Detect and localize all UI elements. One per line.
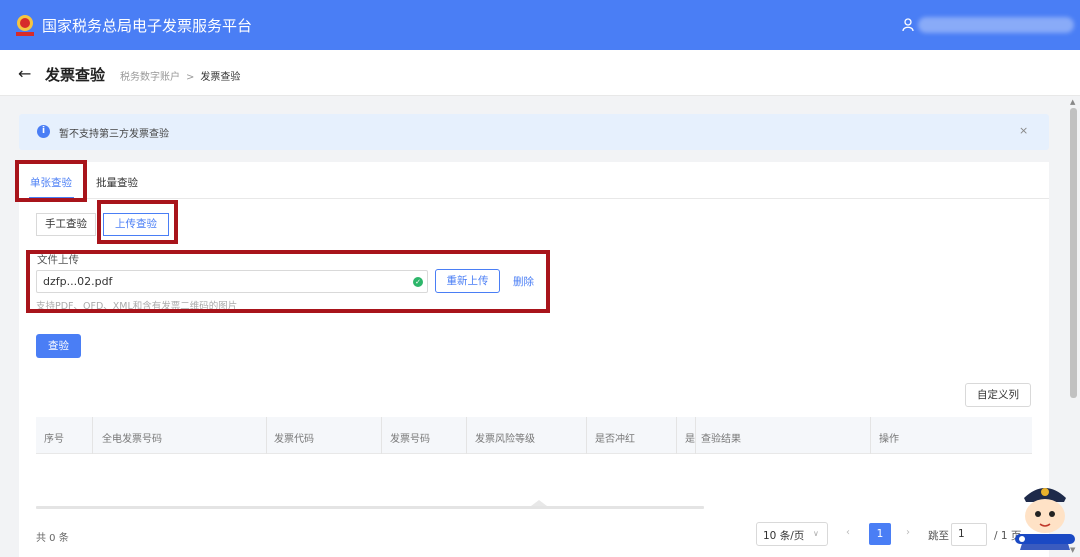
column-header: 发票代码 [274, 434, 314, 445]
column-header: 发票号码 [390, 434, 430, 445]
back-arrow-icon[interactable]: ← [18, 64, 31, 83]
breadcrumb-item-digital-account[interactable]: 税务数字账户 [120, 72, 180, 83]
alert-text: 暂不支持第三方发票查验 [59, 129, 169, 140]
jump-page-input[interactable]: 1 [951, 523, 987, 546]
page-size-select[interactable]: 10 条/页 ∨ [756, 522, 828, 546]
column-divider[interactable] [92, 417, 93, 454]
column-header: 序号 [44, 434, 64, 445]
info-alert: i 暂不支持第三方发票查验 × [19, 114, 1049, 150]
info-icon: i [37, 125, 50, 138]
top-bar: 国家税务总局电子发票服务平台 [0, 0, 1080, 50]
next-page-icon[interactable]: › [906, 527, 910, 538]
verify-button[interactable]: 查验 [36, 334, 81, 358]
highlight-box-mode [97, 200, 178, 244]
column-divider[interactable] [586, 417, 587, 454]
verification-panel: 单张查验 批量查验 手工查验 上传查验 文件上传 dzfp...02.pdf ✓… [15, 160, 1049, 557]
prev-page-icon[interactable]: ‹ [846, 527, 850, 538]
breadcrumb-item-current: 发票查验 [200, 72, 241, 83]
column-divider[interactable] [466, 417, 467, 454]
page-title: 发票查验 [45, 66, 106, 84]
page-header: ← 发票查验 税务数字账户 > 发票查验 [0, 50, 1080, 96]
breadcrumb: 税务数字账户 > 发票查验 [120, 68, 240, 83]
close-icon[interactable]: × [1019, 124, 1028, 137]
column-divider[interactable] [870, 417, 871, 454]
column-divider[interactable] [381, 417, 382, 454]
column-divider[interactable] [695, 417, 696, 454]
tab-bar: 单张查验 批量查验 [19, 162, 1049, 199]
column-header: 全电发票号码 [102, 434, 162, 445]
column-divider[interactable] [676, 417, 677, 454]
app-title: 国家税务总局电子发票服务平台 [42, 17, 253, 35]
user-name[interactable] [918, 17, 1074, 33]
table-horizontal-scrollbar[interactable] [36, 506, 704, 509]
page-number-current[interactable]: 1 [869, 523, 891, 545]
column-header: 操作 [879, 434, 899, 445]
tax-officer-mascot-icon [1015, 488, 1075, 550]
column-header: 是否冲红 [595, 434, 635, 445]
scroll-up-icon[interactable]: ▲ [1070, 98, 1075, 106]
tab-batch-verify[interactable]: 批量查验 [96, 175, 138, 190]
jump-label: 跳至 [928, 530, 949, 542]
chevron-down-icon: ∨ [813, 529, 819, 538]
column-header: 查验结果 [701, 434, 741, 445]
highlight-box-upload [26, 250, 550, 313]
total-count: 共 0 条 [36, 533, 69, 544]
column-divider[interactable] [266, 417, 267, 454]
page-size-value: 10 条/页 [763, 530, 805, 542]
user-icon[interactable] [902, 18, 914, 32]
scrollbar-thumb[interactable] [1070, 108, 1077, 398]
mode-manual-verify[interactable]: 手工查验 [36, 213, 96, 236]
custom-columns-button[interactable]: 自定义列 [965, 383, 1031, 407]
column-header: 发票风险等级 [475, 434, 535, 445]
highlight-box-tab [15, 160, 87, 202]
results-table-header: 序号 全电发票号码 发票代码 发票号码 发票风险等级 是否冲红 是 查验结果 操… [36, 417, 1032, 454]
tax-emblem-icon [16, 15, 34, 36]
column-header: 是 [685, 434, 695, 445]
breadcrumb-separator: > [186, 72, 195, 83]
